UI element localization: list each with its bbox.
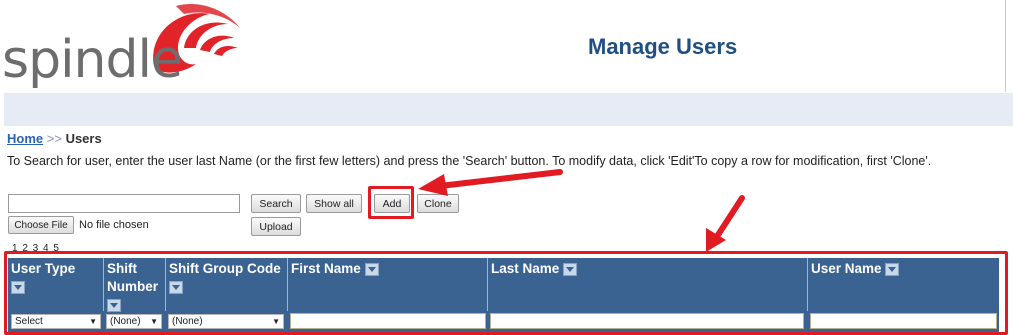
breadcrumb: Home >> Users (7, 131, 102, 146)
divider (1005, 0, 1006, 92)
grid-highlight (4, 251, 1008, 335)
add-button-highlight (368, 186, 414, 219)
breadcrumb-separator: >> (46, 131, 62, 146)
file-status: No file chosen (79, 219, 149, 231)
upload-button[interactable]: Upload (251, 217, 301, 236)
breadcrumb-home-link[interactable]: Home (7, 131, 43, 146)
header-band (4, 93, 1013, 126)
annotation-arrow-icon (418, 169, 563, 196)
show-all-button[interactable]: Show all (306, 194, 362, 213)
search-input[interactable] (8, 194, 240, 213)
choose-file-button[interactable]: Choose File (8, 216, 74, 234)
breadcrumb-current: Users (65, 131, 102, 146)
annotation-arrow-icon (706, 195, 745, 252)
page-title: Manage Users (588, 34, 738, 59)
logo-text: spindle (2, 30, 183, 90)
search-button[interactable]: Search (251, 194, 301, 213)
logo: spindle (0, 0, 260, 92)
